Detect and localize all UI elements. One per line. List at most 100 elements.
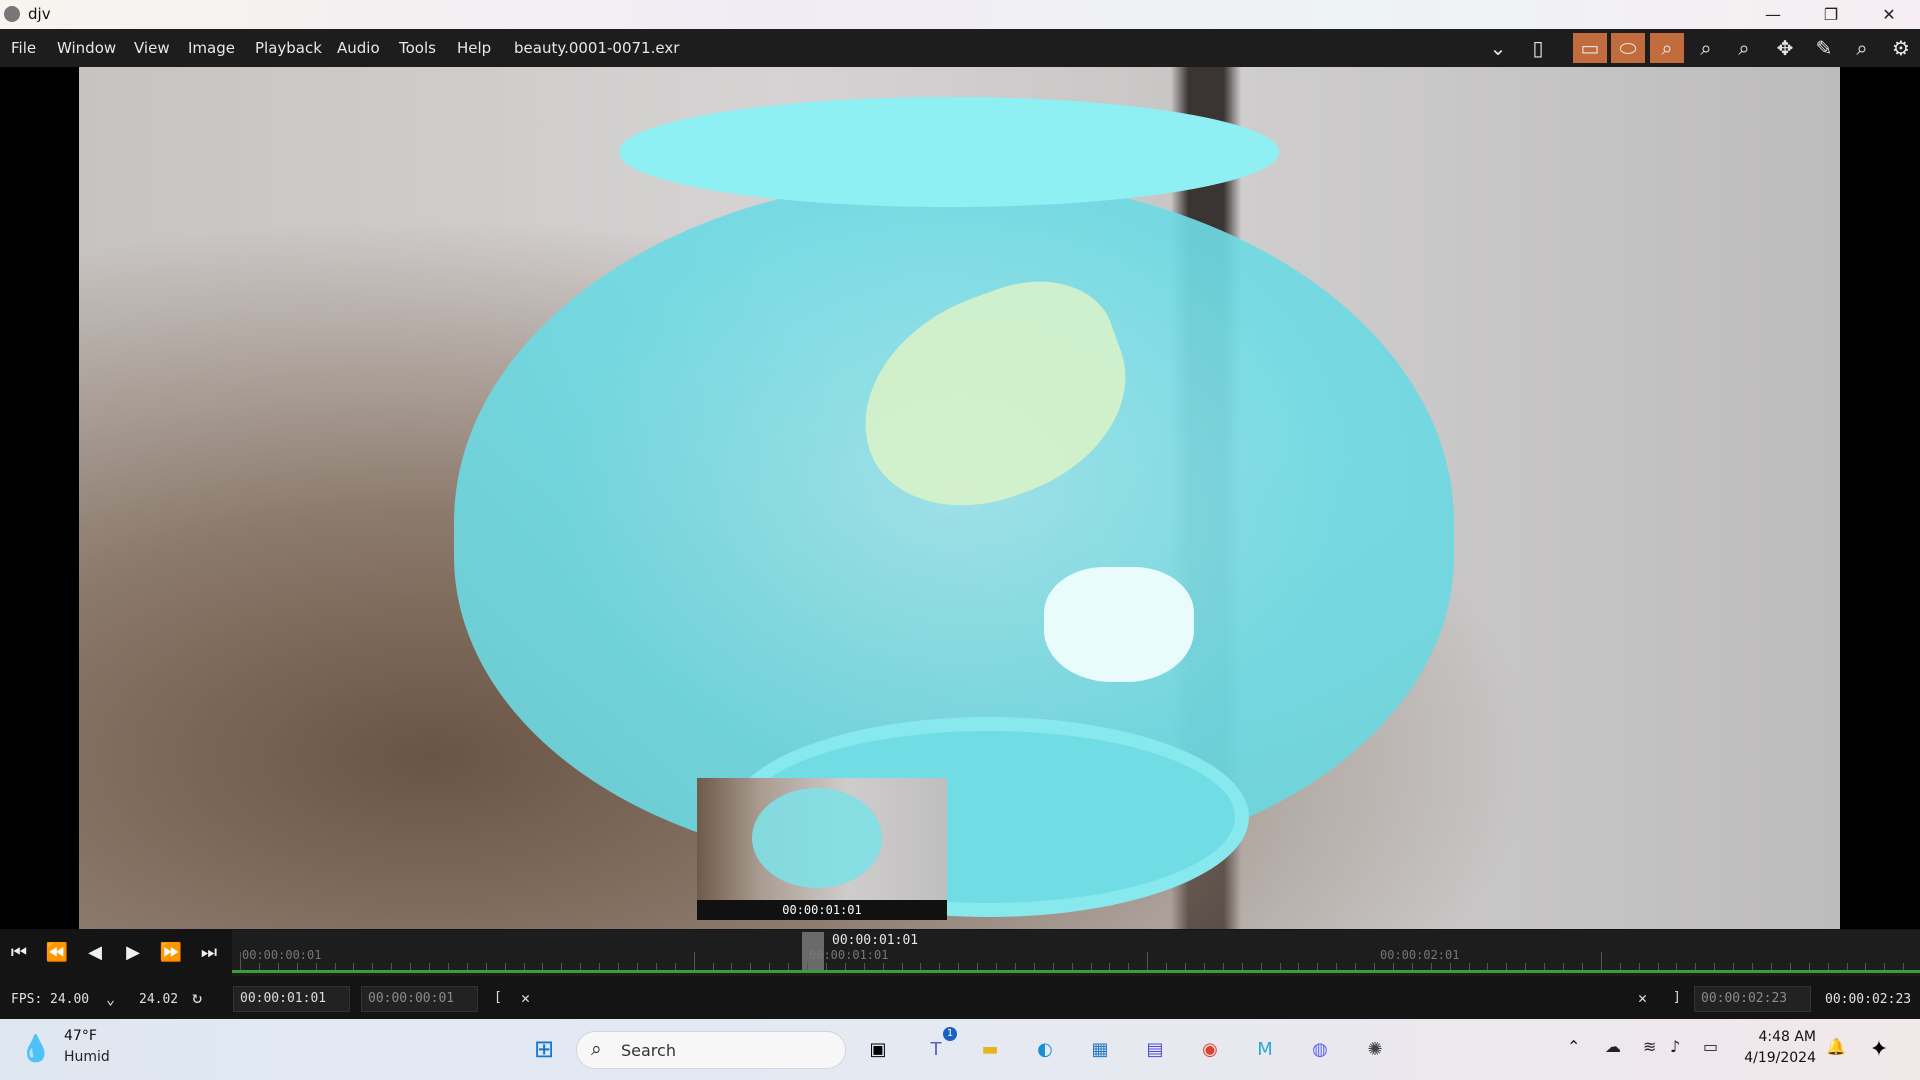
- go-start-icon[interactable]: ⏮: [3, 934, 35, 970]
- close-button[interactable]: ✕: [1860, 0, 1918, 29]
- timeline-thumbnail: 00:00:01:01: [697, 778, 947, 920]
- timeline-tick: [1411, 963, 1413, 970]
- teams-badge: 1: [943, 1027, 957, 1041]
- chrome-icon[interactable]: ◉: [1192, 1031, 1228, 1067]
- rectangle-icon[interactable]: ▭: [1573, 33, 1607, 63]
- timeline-playhead-label: 00:00:01:01: [809, 948, 889, 962]
- clock-date[interactable]: 4/19/2024: [1744, 1050, 1816, 1066]
- edge-icon[interactable]: ◐: [1027, 1031, 1063, 1067]
- timeline-tick: [447, 963, 449, 970]
- fishbowl-rim: [619, 97, 1279, 207]
- file-explorer-icon[interactable]: ▬: [972, 1031, 1008, 1067]
- play-icon[interactable]: ▶: [117, 934, 149, 970]
- windows-start-icon[interactable]: ⊞: [526, 1031, 562, 1067]
- timeline-tick: [561, 963, 563, 970]
- timeline-tick: [1865, 963, 1867, 970]
- task-view-icon[interactable]: ▣: [860, 1031, 896, 1067]
- clear-out-icon[interactable]: ✕: [1638, 989, 1647, 1007]
- zoom-in-icon[interactable]: ⌕: [1689, 33, 1723, 63]
- wifi-icon[interactable]: ≋: [1643, 1037, 1656, 1056]
- volume-icon[interactable]: ♪: [1670, 1037, 1680, 1056]
- fps-value[interactable]: 24.00: [50, 992, 89, 1007]
- out-point-field[interactable]: 00:00:02:23: [1694, 986, 1811, 1012]
- timeline-tick: [920, 963, 922, 970]
- timeline-tick: [636, 963, 638, 970]
- zoom-reset-icon[interactable]: ⌕: [1727, 33, 1761, 63]
- timeline-tick: [1355, 963, 1357, 970]
- timeline-tick: [1733, 963, 1735, 970]
- weather-temp[interactable]: 47°F: [64, 1028, 97, 1044]
- menu-view[interactable]: View: [134, 39, 170, 57]
- battery-icon[interactable]: ▭: [1703, 1037, 1718, 1056]
- menu-tools[interactable]: Tools: [399, 39, 436, 57]
- maximize-button[interactable]: ❐: [1802, 0, 1860, 29]
- timeline-tick: [1185, 963, 1186, 970]
- menu-playback[interactable]: Playback: [255, 39, 322, 57]
- timeline-tick: [901, 963, 903, 970]
- in-point-field[interactable]: 00:00:00:01: [361, 986, 478, 1012]
- window-title: djv: [28, 5, 51, 23]
- timeline-tick: [1336, 963, 1338, 970]
- menu-audio[interactable]: Audio: [337, 39, 380, 57]
- memory-icon[interactable]: ▯: [1521, 33, 1555, 63]
- go-end-icon[interactable]: ⏭: [193, 934, 225, 970]
- menu-image[interactable]: Image: [188, 39, 235, 57]
- search-icon[interactable]: ⌕: [1845, 33, 1879, 63]
- in-point-bracket[interactable]: [: [494, 990, 502, 1005]
- notification-icon[interactable]: 🔔: [1826, 1037, 1846, 1056]
- djv-icon[interactable]: ✺: [1357, 1031, 1393, 1067]
- thumbnail-time: 00:00:01:01: [697, 900, 947, 920]
- timeline-tick: [372, 963, 374, 970]
- timeline-tick: [1827, 963, 1829, 970]
- copilot-icon[interactable]: ✦: [1861, 1031, 1897, 1067]
- timeline-tick: [391, 963, 393, 970]
- next-frame-icon[interactable]: ⏩: [155, 934, 187, 970]
- move-icon[interactable]: ✥: [1768, 33, 1802, 63]
- app-icon: [4, 6, 20, 22]
- timeline-tick: [1449, 963, 1451, 970]
- menu-window[interactable]: Window: [57, 39, 116, 57]
- timeline-tick: [1468, 963, 1470, 970]
- timeline-tick: [769, 963, 771, 970]
- image-viewer[interactable]: [79, 67, 1840, 929]
- clear-in-icon[interactable]: ✕: [521, 989, 530, 1007]
- out-point-bracket[interactable]: ]: [1673, 990, 1681, 1005]
- timeline-tick: [788, 963, 790, 970]
- timeline-tick: [1090, 963, 1092, 970]
- settings-icon[interactable]: ⚙: [1884, 33, 1918, 63]
- zoom-fit-icon[interactable]: ⌕: [1650, 33, 1684, 63]
- weather-desc[interactable]: Humid: [64, 1049, 110, 1065]
- timeline-tick: [1241, 963, 1243, 970]
- notes-app-icon[interactable]: ▤: [1137, 1031, 1173, 1067]
- thumbnail-image: [752, 788, 882, 888]
- dropdown-icon[interactable]: ⌄: [1481, 33, 1515, 63]
- ellipse-icon[interactable]: ⬭: [1611, 33, 1645, 63]
- timeline-tick: [1714, 963, 1716, 970]
- timeline-tick: [1884, 963, 1886, 970]
- loop-icon[interactable]: ↻: [192, 988, 202, 1008]
- minimize-button[interactable]: —: [1744, 0, 1802, 29]
- clock-time[interactable]: 4:48 AM: [1758, 1029, 1816, 1045]
- onedrive-icon[interactable]: ☁: [1605, 1037, 1621, 1056]
- timeline-tick: [1014, 963, 1016, 970]
- timeline-tick: [863, 963, 865, 970]
- m-app-icon[interactable]: M: [1247, 1031, 1283, 1067]
- timeline[interactable]: 00:00:01:01 00:00:00:01 00:00:01:01 00:0…: [232, 930, 1920, 976]
- menu-help[interactable]: Help: [457, 39, 491, 57]
- timeline-tick: [1166, 963, 1168, 970]
- store-icon[interactable]: ▦: [1082, 1031, 1118, 1067]
- timeline-tick: [296, 963, 298, 970]
- color-picker-icon[interactable]: ✎: [1807, 33, 1841, 63]
- current-file-label[interactable]: beauty.0001-0071.exr: [514, 39, 679, 57]
- current-frame-field[interactable]: 00:00:01:01: [233, 986, 350, 1012]
- discord-icon[interactable]: ◍: [1302, 1031, 1338, 1067]
- taskbar-search[interactable]: ⌕ Search: [576, 1031, 846, 1069]
- prev-frame-icon[interactable]: ⏪: [41, 934, 73, 970]
- tray-expand-icon[interactable]: ⌃: [1567, 1037, 1580, 1056]
- menu-file[interactable]: File: [11, 39, 36, 57]
- fps-dropdown-icon[interactable]: ⌄: [106, 990, 115, 1008]
- weather-icon[interactable]: 💧: [18, 1031, 54, 1067]
- timeline-tick: [750, 963, 752, 970]
- timeline-tick: [939, 963, 941, 970]
- reverse-icon[interactable]: ◀: [79, 934, 111, 970]
